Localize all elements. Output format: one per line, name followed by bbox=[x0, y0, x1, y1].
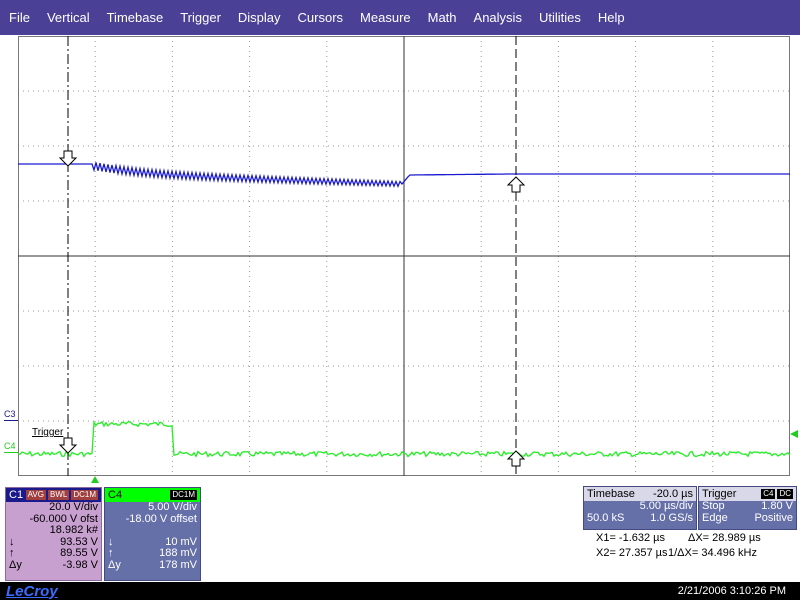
timebase-div-row: 5.00 µs/div bbox=[584, 500, 696, 513]
c4-delta-row: Δy 178 mV bbox=[105, 558, 200, 572]
timebase-samples: 50.0 kS bbox=[587, 511, 625, 524]
c1-cursor2-label: ↑ bbox=[9, 547, 15, 559]
c4-vdiv-row: 5.00 V/div bbox=[105, 501, 200, 514]
channel-4-descriptor[interactable]: C4 DC1M 5.00 V/div -18.00 V offset ↓ 10 m… bbox=[104, 487, 201, 581]
trigger-title: Trigger bbox=[702, 488, 737, 500]
c1-sweeps: 18.982 k# bbox=[49, 524, 98, 536]
c1-cursor2-value: 89.55 V bbox=[60, 547, 98, 559]
timebase-rate: 1.0 GS/s bbox=[650, 511, 693, 524]
c4-cursor2-label: ↑ bbox=[108, 547, 114, 559]
menu-analysis[interactable]: Analysis bbox=[465, 0, 530, 35]
cursor-inverse-dx: 1/ΔX= 34.496 kHz bbox=[668, 547, 757, 559]
trigger-header: Trigger C4 DC bbox=[699, 487, 796, 501]
channel-1-name: C1 bbox=[9, 489, 24, 501]
c4-delta-label: Δy bbox=[108, 558, 121, 571]
channel-4-header: C4 DC1M bbox=[105, 488, 200, 502]
c1-vdiv-row: 20.0 V/div bbox=[6, 501, 101, 514]
status-bar: LeCroy 2/21/2006 3:10:26 PM bbox=[0, 582, 800, 600]
menu-measure[interactable]: Measure bbox=[351, 0, 419, 35]
brand-logo[interactable]: LeCroy bbox=[0, 583, 58, 600]
cursor-readout-1: X1= -1.632 µs ΔX= 28.989 µs bbox=[596, 532, 761, 544]
menu-timebase[interactable]: Timebase bbox=[98, 0, 172, 35]
menu-file[interactable]: File bbox=[0, 0, 38, 35]
c4-marker-line bbox=[4, 452, 18, 453]
menu-vertical[interactable]: Vertical bbox=[38, 0, 98, 35]
c1-delta-value: -3.98 V bbox=[62, 558, 98, 571]
c4-volts-div: 5.00 V/div bbox=[148, 501, 197, 513]
c4-offset-row: -18.00 V offset bbox=[105, 512, 200, 526]
c4-cursor2-row: ↑ 188 mV bbox=[105, 547, 200, 560]
channel-1-header: C1 AVG BWL DC1M bbox=[6, 488, 101, 502]
waveform-grid[interactable] bbox=[18, 36, 790, 476]
cursor-x1: X1= -1.632 µs bbox=[596, 532, 666, 544]
menu-math[interactable]: Math bbox=[419, 0, 465, 35]
cursor-x2: X2= 27.357 µs bbox=[596, 547, 668, 559]
c1-sweeps-row: 18.982 k# bbox=[6, 524, 101, 537]
trigger-position-marker[interactable] bbox=[91, 476, 99, 483]
menu-trigger[interactable]: Trigger bbox=[171, 0, 229, 35]
c1-delta-row: Δy -3.98 V bbox=[6, 558, 101, 572]
trigger-type: Edge bbox=[702, 511, 728, 524]
trigger-label: Trigger bbox=[32, 427, 64, 438]
cursor-readout-2: X2= 27.357 µs 1/ΔX= 34.496 kHz bbox=[596, 547, 757, 559]
trigger-mode: Stop bbox=[702, 500, 725, 512]
bwl-badge: BWL bbox=[47, 490, 70, 500]
c4-cursor2-value: 188 mV bbox=[159, 547, 197, 559]
menu-display[interactable]: Display bbox=[229, 0, 289, 35]
menu-bar: File Vertical Timebase Trigger Display Cursor… bbox=[0, 0, 800, 35]
avg-badge: AVG bbox=[25, 490, 46, 500]
c3-marker-label: C3 bbox=[4, 409, 16, 419]
c1-delta-label: Δy bbox=[9, 558, 22, 571]
timebase-time-div: 5.00 µs/div bbox=[639, 500, 693, 512]
timebase-descriptor[interactable]: Timebase -20.0 µs 5.00 µs/div 50.0 kS 1.0… bbox=[583, 486, 697, 530]
cursor-dx: ΔX= 28.989 µs bbox=[688, 532, 761, 544]
c1-volts-div: 20.0 V/div bbox=[49, 501, 98, 513]
coupling-badge: DC1M bbox=[170, 490, 197, 500]
cursor-down-arrow-icon[interactable] bbox=[58, 437, 78, 454]
trigger-type-row: Edge Positive bbox=[699, 511, 796, 525]
trigger-channel-badge: C4 bbox=[761, 489, 776, 499]
channel-4-name: C4 bbox=[108, 489, 123, 501]
trigger-slope: Positive bbox=[754, 511, 793, 524]
c1-cursor2-row: ↑ 89.55 V bbox=[6, 547, 101, 560]
date-time: 2/21/2006 3:10:26 PM bbox=[677, 585, 786, 597]
coupling-badge: DC1M bbox=[71, 490, 98, 500]
menu-utilities[interactable]: Utilities bbox=[530, 0, 589, 35]
menu-help[interactable]: Help bbox=[589, 0, 633, 35]
c3-marker-line bbox=[4, 420, 18, 421]
c4-offset: -18.00 V offset bbox=[125, 512, 197, 525]
c4-delta-value: 178 mV bbox=[159, 558, 197, 571]
trigger-coupling-badge: DC bbox=[777, 489, 793, 499]
timebase-sample-row: 50.0 kS 1.0 GS/s bbox=[584, 511, 696, 525]
timebase-title: Timebase bbox=[587, 488, 635, 500]
timebase-delay: -20.0 µs bbox=[653, 488, 693, 500]
c4-spacer-row bbox=[105, 525, 200, 537]
trigger-level-marker[interactable] bbox=[790, 430, 798, 438]
trigger-level: 1.80 V bbox=[761, 500, 793, 512]
c4-marker-label: C4 bbox=[4, 441, 16, 451]
trigger-descriptor[interactable]: Trigger C4 DC Stop 1.80 V Edge Positive bbox=[698, 486, 797, 530]
timebase-header: Timebase -20.0 µs bbox=[584, 487, 696, 501]
channel-1-descriptor[interactable]: C1 AVG BWL DC1M 20.0 V/div -60.000 V ofs… bbox=[5, 487, 102, 581]
menu-cursors[interactable]: Cursors bbox=[289, 0, 352, 35]
cursor-up-arrow-icon[interactable] bbox=[506, 176, 526, 193]
trigger-mode-row: Stop 1.80 V bbox=[699, 500, 796, 513]
